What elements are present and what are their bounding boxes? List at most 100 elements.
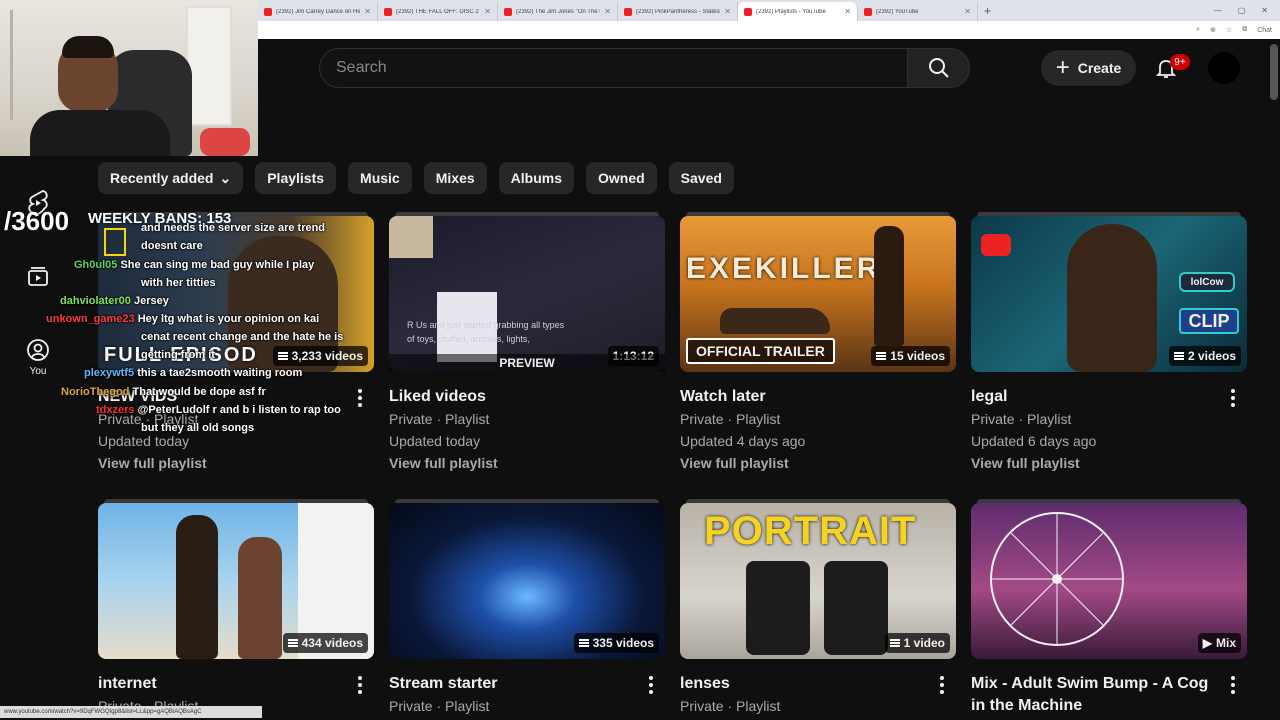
browser-tab-active[interactable]: (2392) Playlists - YouTube ✕ [738,2,858,21]
playlist-card[interactable]: EXEKILLER OFFICIAL TRAILER 15 videos Wat… [680,212,956,474]
playlist-thumbnail[interactable]: FULL EPISOD 3,233 videos [98,212,374,372]
playlist-title[interactable]: Watch later [680,386,956,408]
chat-text: but they all old songs [141,422,255,434]
chat-label[interactable]: Chat [1257,27,1272,34]
close-tab-icon[interactable]: ✕ [364,7,371,16]
chip-albums[interactable]: Albums [498,162,574,194]
chat-text: That would be dope asf fr [132,386,266,398]
more-options-icon[interactable] [641,673,661,697]
webcam-toy [200,128,250,156]
more-options-icon[interactable] [1223,386,1243,410]
more-options-icon[interactable] [1223,673,1243,697]
minimize-icon[interactable]: — [1214,6,1222,15]
video-count-badge: 2 videos [1168,346,1241,366]
playlist-thumbnail[interactable]: PORTRAIT 1 video [680,499,956,659]
playlist-card[interactable]: lolCow CLIP 2 videos legal Private · Pla… [971,212,1247,474]
thumbnail-sticker: lolCow [1179,272,1235,292]
sort-label: Recently added [110,170,214,186]
extensions-icon[interactable]: ⧉ [1242,26,1247,34]
more-options-icon[interactable] [350,673,370,697]
chat-line: dahviolater00 Jersey [60,295,169,308]
chip-saved[interactable]: Saved [668,162,734,194]
chat-line: and needs the server size are trend [141,222,325,235]
chip-playlists[interactable]: Playlists [255,162,337,194]
playlist-card[interactable]: 434 videos internet Private · Playlist [98,499,374,717]
sidebar-item-you[interactable]: You [0,338,76,377]
new-tab-button[interactable]: + [978,4,997,18]
playlist-title[interactable]: lenses [680,673,956,695]
close-tab-icon[interactable]: ✕ [484,7,491,16]
playlist-icon [578,639,589,647]
thumbnail-caption: PORTRAIT [704,509,917,553]
browser-tab-label: (2392) Jim Carrey Dance on Hey F... [276,8,360,15]
video-count-badge: 335 videos [573,633,659,653]
sort-dropdown[interactable]: Recently added ⌄ [98,162,244,194]
playlist-card[interactable]: R Us and just started grabbing all types… [389,212,665,474]
view-full-playlist-link[interactable]: View full playlist [389,452,665,474]
browser-tab-label: (2392) The Jim Jones "On The Rad... [516,8,600,15]
chat-line: NorioThegod That would be dope asf fr [61,386,266,399]
playlist-title[interactable]: Liked videos [389,386,665,408]
playlist-meta: Private · Playlist [389,698,490,714]
view-full-playlist-link[interactable]: View full playlist [98,452,374,474]
chip-music[interactable]: Music [348,162,412,194]
playlist-title[interactable]: Mix - Adult Swim Bump - A Cog in the Mac… [971,673,1247,717]
search-page-icon[interactable]: ⌕ [1196,26,1200,34]
playlist-thumbnail[interactable]: 335 videos [389,499,665,659]
thumbnail-figure [176,515,218,659]
maximize-icon[interactable]: ▢ [1238,6,1246,15]
playlist-thumbnail[interactable]: EXEKILLER OFFICIAL TRAILER 15 videos [680,212,956,372]
sidebar-item-subscriptions[interactable] [0,264,76,288]
view-full-playlist-link[interactable]: View full playlist [971,452,1247,474]
chat-line: but they all old songs [141,422,254,435]
more-options-icon[interactable] [350,386,370,410]
close-tab-icon[interactable]: ✕ [964,7,971,16]
browser-tab[interactable]: (2392) THE FALL OFF: DISC 2 TRA... ✕ [378,2,498,21]
playlist-title[interactable]: internet [98,673,374,695]
playlist-title[interactable]: Stream starter [389,673,665,695]
chat-username: tdxzers [96,404,135,416]
playlist-thumbnail[interactable]: lolCow CLIP 2 videos [971,212,1247,372]
close-tab-icon[interactable]: ✕ [604,7,611,16]
youtube-favicon-icon [384,7,392,16]
close-tab-icon[interactable]: ✕ [844,7,851,16]
more-options-icon[interactable] [932,673,952,697]
webcam-overlay [0,0,258,156]
thumbnail-figure [1067,224,1157,372]
browser-tab[interactable]: (2392) The Jim Jones "On The Rad... ✕ [498,2,618,21]
webcam-door [186,6,232,126]
playlist-card[interactable]: ▶ Mix Mix - Adult Swim Bump - A Cog in th… [971,499,1247,717]
chat-line: tdxzers @PeterLudolf r and b i listen to… [96,404,341,417]
chat-line: unkown_game23 Hey ltg what is your opini… [46,313,319,326]
thumbnail-sticker: CLIP [1179,308,1239,334]
search-input[interactable]: Search [319,48,908,88]
create-button[interactable]: + Create [1041,50,1136,86]
avatar[interactable] [1208,52,1240,84]
playlist-title[interactable]: legal [971,386,1247,408]
browser-tab[interactable]: (2392) YouTube ✕ [858,2,978,21]
chip-owned[interactable]: Owned [586,162,657,194]
search-button[interactable] [907,48,970,88]
playlist-thumbnail[interactable]: R Us and just started grabbing all types… [389,212,665,372]
chat-text: Jersey [133,295,169,307]
playlist-thumbnail[interactable]: 434 videos [98,499,374,659]
playlist-card[interactable]: 335 videos Stream starter Private · Play… [389,499,665,717]
playlist-thumbnail[interactable]: ▶ Mix [971,499,1247,659]
page-scrollbar[interactable] [1270,44,1278,100]
youtube-playlists-page: (2392) Jim Carrey Dance on Hey F... ✕ (23… [0,0,1280,720]
close-tab-icon[interactable]: ✕ [724,7,731,16]
bookmark-star-icon[interactable]: ☆ [1226,26,1232,34]
chat-text: this a tae2smooth waiting room [137,367,303,379]
close-window-icon[interactable]: ✕ [1261,6,1268,15]
youtube-favicon-icon [264,7,272,16]
playlist-card[interactable]: PORTRAIT 1 video lenses Private · Playli… [680,499,956,717]
chip-mixes[interactable]: Mixes [423,162,487,194]
chat-line: Gh0ul05 She can sing me bad guy while I … [74,259,314,272]
youtube-favicon-icon [624,7,632,16]
browser-tab[interactable]: (2392) PinkPantheress - Stateside ✕ [618,2,738,21]
playlist-card[interactable]: FULL EPISOD 3,233 videos NEW VIDS Privat… [98,212,374,474]
browser-tab[interactable]: (2392) Jim Carrey Dance on Hey F... ✕ [258,2,378,21]
view-full-playlist-link[interactable]: View full playlist [680,452,956,474]
zoom-icon[interactable]: ⊕ [1210,26,1216,34]
lens-shape [746,561,810,655]
